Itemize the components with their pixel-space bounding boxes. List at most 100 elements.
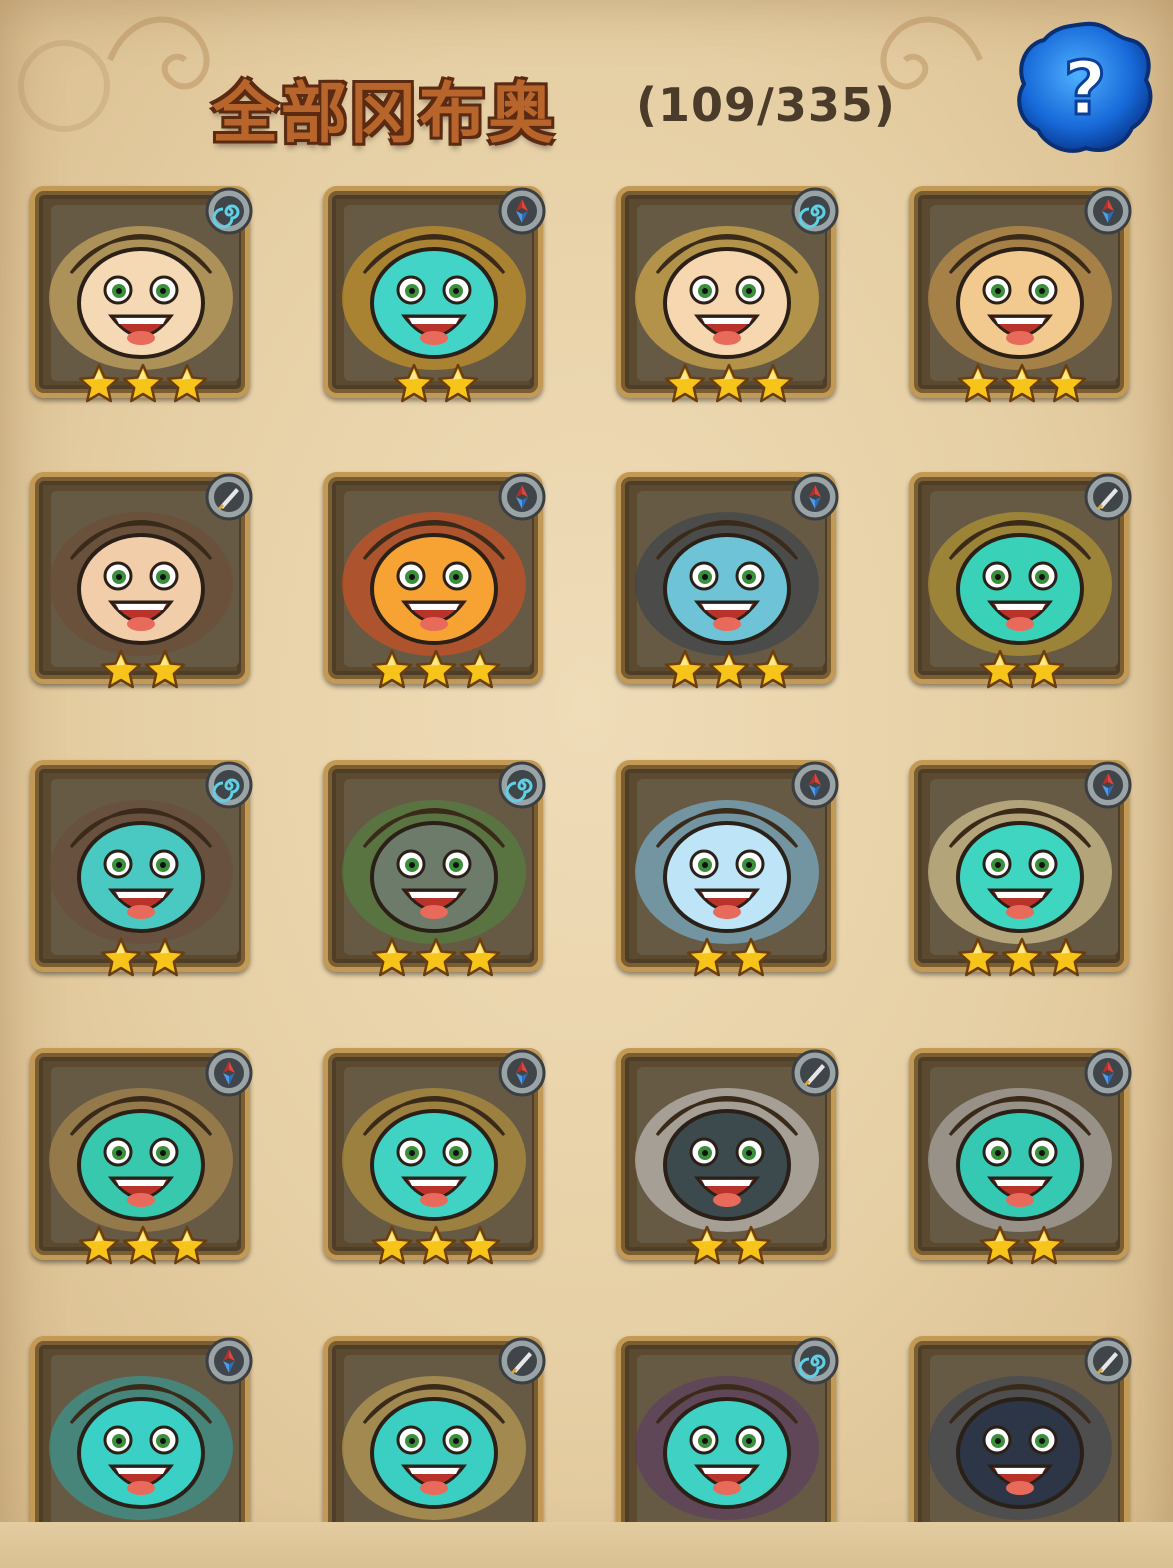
star-icon: [708, 363, 750, 403]
sword-type-icon: [791, 1049, 839, 1097]
compass-type-icon: [1084, 187, 1132, 235]
star-rating: [909, 362, 1135, 408]
star-icon: [957, 363, 999, 403]
star-icon: [371, 649, 413, 689]
spiral-type-icon: [791, 1337, 839, 1385]
compass-type-icon: [1084, 1049, 1132, 1097]
compass-type-icon: [1084, 761, 1132, 809]
star-icon: [144, 649, 186, 689]
gumball-card-maid-gumball[interactable]: [909, 760, 1135, 986]
star-icon: [686, 1225, 728, 1265]
star-rating: [30, 1224, 256, 1270]
star-rating: [30, 648, 256, 694]
compass-type-icon: [791, 473, 839, 521]
star-icon: [78, 363, 120, 403]
star-rating: [323, 648, 549, 694]
gumball-card-cyber-gumball[interactable]: [616, 472, 842, 698]
compass-type-icon: [791, 761, 839, 809]
compass-type-icon: [498, 1049, 546, 1097]
star-icon: [78, 1225, 120, 1265]
gumball-card-pudding-gumball[interactable]: [909, 186, 1135, 412]
star-icon: [664, 363, 706, 403]
star-icon: [144, 937, 186, 977]
star-icon: [1023, 649, 1065, 689]
star-icon: [979, 1225, 1021, 1265]
gumball-card-taoist-gumball[interactable]: [323, 1048, 549, 1274]
star-icon: [1001, 937, 1043, 977]
gumball-card-ninja-gumball[interactable]: [909, 1048, 1135, 1274]
gumball-card-shaman-gumball[interactable]: [30, 472, 256, 698]
star-icon: [686, 937, 728, 977]
star-icon: [730, 937, 772, 977]
star-rating: [909, 648, 1135, 694]
page-title: 全部冈布奥: [212, 75, 557, 152]
star-rating: [616, 648, 842, 694]
star-rating: [909, 936, 1135, 982]
bottom-edge: [0, 1522, 1173, 1568]
spiral-type-icon: [791, 187, 839, 235]
gumball-card-demon-blade-gumball[interactable]: [616, 1048, 842, 1274]
star-icon: [415, 1225, 457, 1265]
gumball-card-scholar-gumball[interactable]: [30, 186, 256, 412]
help-icon: ?: [1017, 21, 1153, 153]
star-icon: [437, 363, 479, 403]
sword-type-icon: [205, 473, 253, 521]
gumball-card-princess-gumball[interactable]: [616, 186, 842, 412]
star-icon: [1045, 363, 1087, 403]
star-icon: [752, 363, 794, 403]
star-icon: [166, 363, 208, 403]
star-rating: [909, 1224, 1135, 1270]
sword-type-icon: [498, 1337, 546, 1385]
star-icon: [1045, 937, 1087, 977]
compass-type-icon: [205, 1337, 253, 1385]
star-icon: [957, 937, 999, 977]
star-icon: [393, 363, 435, 403]
star-rating: [323, 1224, 549, 1270]
star-icon: [100, 937, 142, 977]
star-icon: [752, 649, 794, 689]
spiral-type-icon: [205, 187, 253, 235]
star-icon: [122, 363, 164, 403]
gumball-card-knight-gumball[interactable]: [909, 472, 1135, 698]
star-icon: [459, 937, 501, 977]
star-icon: [708, 649, 750, 689]
star-rating: [30, 936, 256, 982]
star-icon: [979, 649, 1021, 689]
star-icon: [122, 1225, 164, 1265]
gumball-emblem-icon: [18, 40, 110, 132]
spiral-type-icon: [205, 761, 253, 809]
star-icon: [664, 649, 706, 689]
star-rating: [30, 362, 256, 408]
gumball-card-lion-dance-gumball[interactable]: [323, 472, 549, 698]
gumball-card-stone-gumball[interactable]: [323, 760, 549, 986]
star-icon: [415, 937, 457, 977]
star-rating: [323, 362, 549, 408]
star-icon: [371, 1225, 413, 1265]
compass-type-icon: [498, 187, 546, 235]
star-icon: [459, 649, 501, 689]
star-rating: [616, 1224, 842, 1270]
svg-text:?: ?: [1064, 46, 1107, 132]
compass-type-icon: [498, 473, 546, 521]
sword-type-icon: [1084, 1337, 1132, 1385]
star-icon: [100, 649, 142, 689]
star-icon: [459, 1225, 501, 1265]
gumball-card-ice-gumball[interactable]: [616, 760, 842, 986]
help-button[interactable]: ?: [1012, 18, 1158, 158]
gumball-card-diver-gumball[interactable]: [30, 760, 256, 986]
star-rating: [616, 362, 842, 408]
gumball-card-mechanic-gumball[interactable]: [323, 186, 549, 412]
star-icon: [1001, 363, 1043, 403]
star-icon: [371, 937, 413, 977]
star-icon: [166, 1225, 208, 1265]
star-icon: [415, 649, 457, 689]
star-rating: [616, 936, 842, 982]
gumball-card-farmer-gumball[interactable]: [30, 1048, 256, 1274]
sword-type-icon: [1084, 473, 1132, 521]
spiral-type-icon: [498, 761, 546, 809]
compass-type-icon: [205, 1049, 253, 1097]
star-icon: [730, 1225, 772, 1265]
star-rating: [323, 936, 549, 982]
star-icon: [1023, 1225, 1065, 1265]
collection-count: (109/335): [636, 78, 896, 132]
